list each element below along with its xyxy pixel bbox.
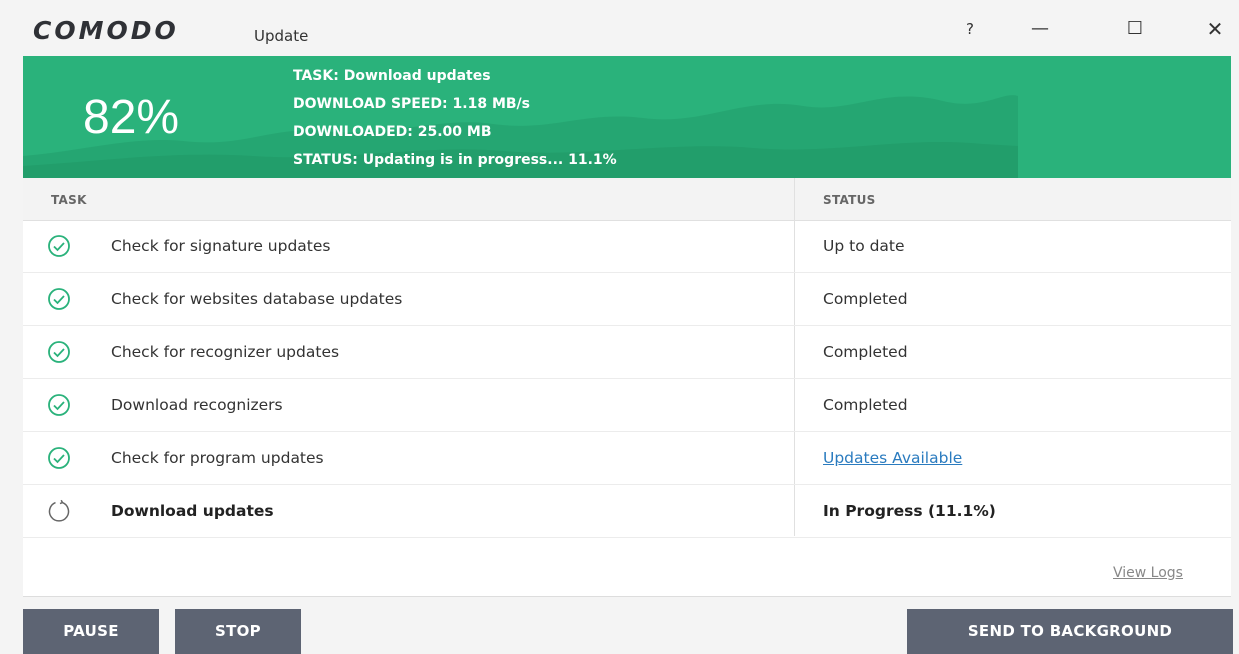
header-status: STATUS: [823, 193, 876, 207]
speed-line: DOWNLOAD SPEED: 1.18 MB/s: [293, 96, 530, 112]
check-circle-icon: [48, 235, 70, 257]
check-circle-icon: [48, 394, 70, 416]
update-window: COMODO Update ? — ☐ ✕ 82% TASK: Download…: [0, 0, 1239, 654]
task-table: TASK STATUS Check for signature updates …: [23, 178, 1231, 597]
status-label: Up to date: [823, 237, 905, 255]
progress-percent: 82%: [83, 91, 180, 144]
status-label: Completed: [823, 290, 908, 308]
task-label: Download updates: [111, 502, 274, 520]
help-button[interactable]: ?: [950, 14, 990, 44]
table-header: TASK STATUS: [23, 178, 1231, 221]
mountain-graphic: [23, 95, 1018, 178]
downloaded-line: DOWNLOADED: 25.00 MB: [293, 124, 492, 140]
table-row: Check for recognizer updates Completed: [23, 326, 1231, 379]
table-row: Download updates In Progress (11.1%): [23, 485, 1231, 538]
table-row: Check for websites database updates Comp…: [23, 273, 1231, 326]
task-label: Check for websites database updates: [111, 290, 403, 308]
window-title: Update: [254, 27, 309, 45]
check-circle-icon: [48, 341, 70, 363]
check-circle-icon: [48, 288, 70, 310]
refresh-icon: [48, 499, 70, 522]
comodo-logo: COMODO: [33, 16, 179, 45]
task-label: Check for program updates: [111, 449, 324, 467]
stop-button[interactable]: STOP: [175, 609, 301, 654]
task-label: Check for signature updates: [111, 237, 331, 255]
view-logs-link[interactable]: View Logs: [1113, 565, 1183, 581]
table-row: Check for program updates Updates Availa…: [23, 432, 1231, 485]
table-row: Check for signature updates Up to date: [23, 220, 1231, 273]
close-button[interactable]: ✕: [1195, 14, 1235, 44]
status-label: Completed: [823, 343, 908, 361]
pause-button[interactable]: PAUSE: [23, 609, 159, 654]
updates-available-link[interactable]: Updates Available: [823, 449, 962, 467]
task-line: TASK: Download updates: [293, 68, 491, 84]
progress-info: TASK: Download updates DOWNLOAD SPEED: 1…: [293, 66, 617, 178]
task-label: Check for recognizer updates: [111, 343, 340, 361]
header-task: TASK: [51, 193, 87, 207]
send-to-background-button[interactable]: SEND TO BACKGROUND: [907, 609, 1233, 654]
table-row: Download recognizers Completed: [23, 379, 1231, 432]
minimize-button[interactable]: —: [1020, 14, 1060, 44]
title-bar: COMODO Update ? — ☐ ✕: [0, 0, 1239, 56]
status-label: In Progress (11.1%): [823, 502, 996, 520]
maximize-button[interactable]: ☐: [1115, 14, 1155, 44]
status-label: Completed: [823, 396, 908, 414]
status-line: STATUS: Updating is in progress... 11.1%: [293, 152, 617, 168]
check-circle-icon: [48, 447, 70, 469]
task-label: Download recognizers: [111, 396, 283, 414]
progress-banner: 82% TASK: Download updates DOWNLOAD SPEE…: [23, 56, 1231, 178]
